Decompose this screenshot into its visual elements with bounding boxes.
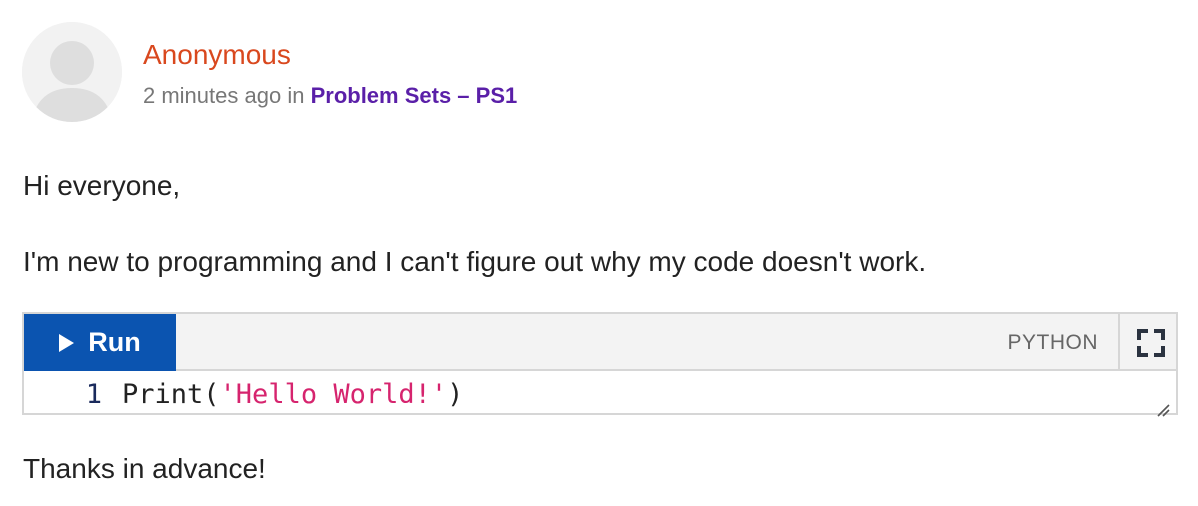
post-in-word: in (287, 83, 305, 108)
toolbar-divider (1118, 314, 1120, 371)
fullscreen-icon (1137, 329, 1165, 357)
play-icon (59, 334, 75, 352)
post-meta: 2 minutes ago in Problem Sets – PS1 (143, 82, 517, 110)
code-open-paren: ( (203, 378, 220, 410)
code-toolbar: Run PYTHON (24, 314, 1176, 371)
code-string: 'Hello World!' (219, 378, 448, 410)
fullscreen-button[interactable] (1136, 328, 1166, 358)
code-function: Print (122, 378, 204, 410)
line-code: Print('Hello World!') (122, 379, 463, 410)
post-time: 2 minutes ago (143, 83, 282, 108)
code-line: 1 Print('Hello World!') (24, 377, 464, 411)
run-button[interactable]: Run (24, 314, 176, 371)
language-label: PYTHON (1007, 330, 1098, 354)
post-greeting: Hi everyone, (23, 170, 181, 201)
category-link[interactable]: Problem Sets – PS1 (311, 83, 518, 108)
author-name[interactable]: Anonymous (143, 38, 291, 72)
line-number: 1 (85, 378, 102, 410)
forum-post: Anonymous 2 minutes ago in Problem Sets … (0, 0, 1198, 506)
user-silhouette-icon (22, 22, 122, 122)
run-button-label: Run (88, 327, 141, 357)
code-editor[interactable]: 1 Print('Hello World!') (24, 371, 1176, 417)
avatar-icon (22, 22, 122, 122)
post-question: I'm new to programming and I can't figur… (23, 246, 927, 277)
code-widget: Run PYTHON 1 Print('Hello World!') (22, 312, 1178, 417)
resize-handle-icon[interactable] (1154, 393, 1170, 417)
post-closing: Thanks in advance! (23, 453, 266, 484)
code-close-paren: ) (447, 378, 464, 410)
